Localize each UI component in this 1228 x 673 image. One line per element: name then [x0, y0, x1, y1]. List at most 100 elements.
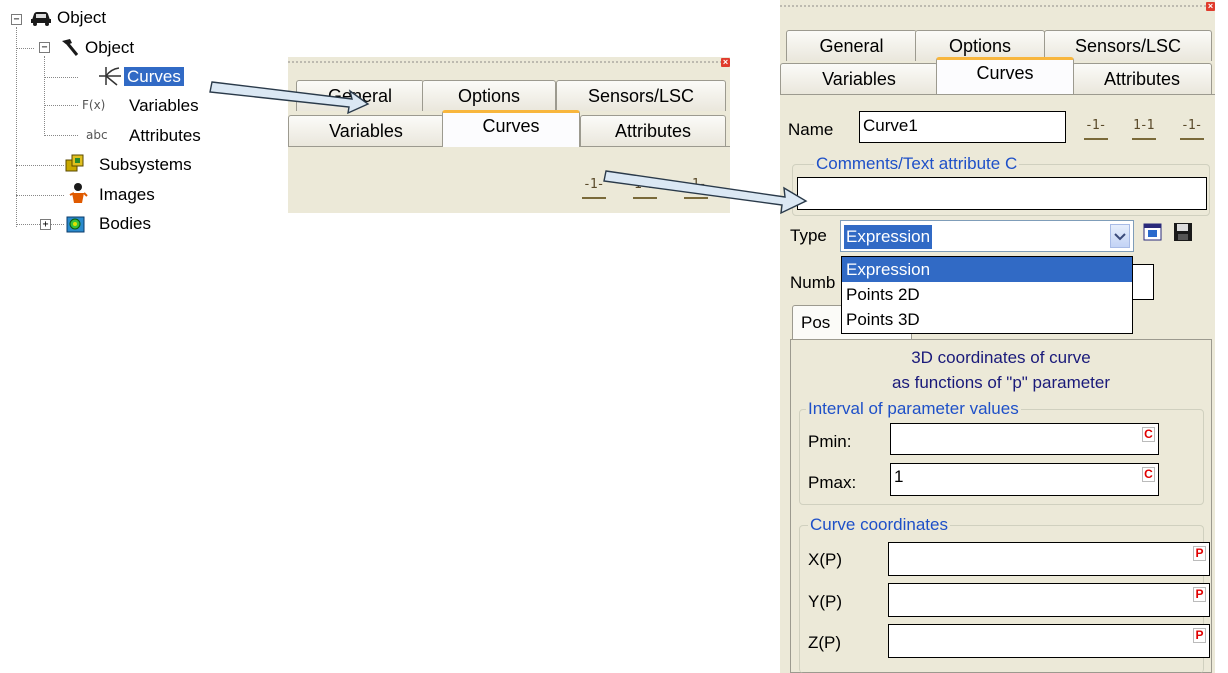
parameter-badge-icon: P	[1193, 587, 1206, 602]
tree-node-label: Images	[99, 185, 155, 204]
tab-variables[interactable]: Variables	[780, 63, 938, 94]
tab-options[interactable]: Options	[422, 80, 556, 111]
tree-node-variables[interactable]: Variables	[126, 95, 202, 117]
parameter-badge-icon: P	[1193, 628, 1206, 643]
tree-node-curves[interactable]: Curves	[124, 66, 184, 88]
tab-curves[interactable]: Curves	[442, 110, 580, 147]
tree-node-images[interactable]: Images	[96, 184, 158, 206]
close-icon[interactable]: ×	[721, 58, 730, 67]
underline	[1180, 138, 1204, 140]
add-multiple-curves-button[interactable]: 1-1	[1130, 116, 1158, 142]
tree-node-label: Subsystems	[99, 155, 192, 174]
underline	[582, 197, 606, 199]
object-tree: − Object − Object Curves F(x) Variables …	[0, 0, 280, 250]
comments-group-title: Comments/Text attribute C	[814, 154, 1020, 174]
z-label: Z(P)	[808, 633, 842, 652]
curves-panel: × General Options Sensors/LSC Variables …	[780, 0, 1215, 673]
tree-node-bodies[interactable]: Bodies	[96, 213, 154, 235]
tree-connector	[16, 165, 64, 166]
tree-connector	[44, 105, 78, 106]
underline	[1084, 138, 1108, 140]
parameter-badge-icon: P	[1193, 546, 1206, 561]
save-icon[interactable]	[1173, 222, 1193, 242]
tree-node-label: Object	[57, 8, 107, 27]
tab-attributes[interactable]: Attributes	[580, 115, 726, 146]
number-label: Numb	[790, 273, 836, 292]
tree-connector	[16, 48, 34, 49]
comments-field[interactable]	[797, 177, 1207, 210]
description-line-1: 3D coordinates of curve	[911, 348, 1091, 367]
bodies-icon	[64, 212, 88, 241]
remove-curve-icon: -1-	[1181, 118, 1203, 133]
tab-divider	[780, 94, 1215, 95]
tree-node-object-root[interactable]: Object	[54, 7, 109, 29]
tree-connector	[16, 27, 17, 227]
tab-variables[interactable]: Variables	[288, 115, 444, 146]
tree-node-label: Bodies	[99, 214, 151, 233]
tree-node-label: Attributes	[129, 126, 201, 145]
y-expression-field[interactable]	[888, 583, 1210, 617]
add-multiple-icon: 1-1	[634, 177, 656, 192]
tab-general[interactable]: General	[296, 80, 424, 111]
tree-node-attributes[interactable]: Attributes	[126, 125, 204, 147]
add-curve-button[interactable]: -1-	[1082, 116, 1110, 142]
tree-node-label: Curves	[124, 67, 184, 86]
add-multiple-curves-button[interactable]: 1-1	[631, 175, 659, 201]
add-curve-icon: -1-	[583, 177, 605, 192]
x-expression-field[interactable]	[888, 542, 1210, 576]
underline	[684, 197, 708, 199]
type-option-points-2d[interactable]: Points 2D	[842, 282, 1132, 307]
panel-grip[interactable]	[288, 57, 730, 67]
type-selected-value: Expression	[844, 225, 933, 249]
add-curve-icon: -1-	[1085, 118, 1107, 133]
remove-curve-button[interactable]: -1-	[1178, 116, 1206, 142]
close-icon[interactable]: ×	[1206, 2, 1215, 11]
tab-sensors-lsc[interactable]: Sensors/LSC	[556, 80, 726, 111]
tree-node-label: Variables	[129, 96, 199, 115]
expand-toggle-bodies[interactable]: +	[40, 219, 51, 230]
panel-grip[interactable]	[780, 0, 1215, 12]
images-icon	[66, 181, 88, 210]
tree-connector	[44, 135, 78, 136]
constant-badge-icon: C	[1142, 427, 1155, 442]
curves-icon	[97, 65, 123, 92]
underline	[633, 197, 657, 199]
dropdown-button[interactable]	[1110, 224, 1130, 248]
constant-badge-icon: C	[1142, 467, 1155, 482]
tab-general[interactable]: General	[786, 30, 917, 61]
type-option-expression[interactable]: Expression	[842, 257, 1132, 282]
collapse-toggle-object[interactable]: −	[39, 42, 50, 53]
tree-node-subsystems[interactable]: Subsystems	[96, 154, 195, 176]
chevron-down-icon	[1114, 233, 1126, 241]
tree-node-object[interactable]: Object	[82, 37, 137, 59]
curves-panel-collapsed: × General Options Sensors/LSC Variables …	[288, 57, 730, 213]
name-field[interactable]: Curve1	[859, 111, 1066, 143]
collapse-toggle-root[interactable]: −	[11, 14, 22, 25]
pmax-label: Pmax:	[808, 473, 857, 492]
tab-curves[interactable]: Curves	[936, 57, 1074, 94]
type-select[interactable]: Expression	[840, 220, 1134, 252]
car-icon	[30, 9, 52, 32]
type-option-points-3d[interactable]: Points 3D	[842, 307, 1132, 332]
tree-node-label: Object	[85, 38, 135, 57]
fx-icon: F(x)	[82, 98, 106, 112]
tree-connector	[44, 77, 78, 78]
z-expression-field[interactable]	[888, 624, 1210, 658]
y-label: Y(P)	[808, 592, 842, 611]
add-curve-button[interactable]: -1-	[580, 175, 608, 201]
abc-icon: abc	[86, 128, 108, 142]
tree-connector	[16, 195, 64, 196]
hammer-icon	[58, 37, 80, 62]
x-label: X(P)	[808, 550, 842, 569]
pmax-field[interactable]: 1	[890, 463, 1159, 496]
remove-curve-icon: -1-	[685, 177, 707, 192]
coordinates-group-title: Curve coordinates	[808, 515, 950, 535]
type-label: Type	[790, 226, 827, 245]
pmin-field[interactable]	[890, 423, 1159, 455]
tab-attributes[interactable]: Attributes	[1072, 63, 1212, 94]
underline	[1132, 138, 1156, 140]
interval-group-title: Interval of parameter values	[806, 399, 1021, 419]
tree-connector	[44, 56, 45, 136]
remove-curve-button[interactable]: -1-	[682, 175, 710, 201]
edit-expression-icon[interactable]	[1143, 222, 1163, 242]
